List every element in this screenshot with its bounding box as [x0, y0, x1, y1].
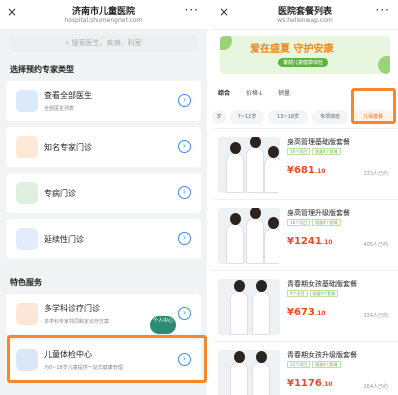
card-name: 专病门诊: [44, 189, 76, 198]
right-screen: × 医院套餐列表 ws.hellenwap.com ··· 爱在盛夏 守护安康 …: [212, 0, 398, 395]
checkup-icon: [16, 349, 38, 371]
tab-price[interactable]: 价格↓: [246, 88, 263, 97]
card-sub: 全部医生列表: [44, 106, 75, 112]
package-tags: 12个项目 限量4个套餐: [287, 361, 343, 368]
package-sold: 405人已约: [363, 242, 388, 248]
card-name: 查看全部医生: [44, 91, 92, 100]
continuity-icon: [16, 228, 38, 250]
filter-chip-child-care[interactable]: 儿保套餐: [354, 110, 392, 124]
more-icon[interactable]: ···: [376, 3, 390, 17]
expert-icon: [16, 136, 38, 158]
tab-default[interactable]: 综合: [218, 88, 230, 97]
card-continuity-clinic[interactable]: 延续性门诊 ›: [6, 219, 201, 259]
right-topbar: × 医院套餐列表 ws.hellenwap.com ···: [212, 0, 398, 30]
card-sub: 多学科专家共同制定诊疗方案: [44, 319, 110, 325]
package-title: 青春期女孩基础版套餐: [287, 280, 357, 288]
card-name: 延续性门诊: [44, 235, 84, 244]
card-name: 知名专家门诊: [44, 143, 92, 152]
filter-chip[interactable]: 专项体检: [312, 110, 348, 124]
card-famous-experts[interactable]: 知名专家门诊 ›: [6, 127, 201, 167]
package-tags: 18个项目 限量4个套餐: [287, 219, 343, 226]
package-sold: 334人已约: [363, 313, 388, 319]
package-item[interactable]: 身高管理升级版套餐 18个项目 限量4个套餐 ¥1241.10 405人已约: [212, 199, 398, 270]
search-placeholder: 搜索医生、疾病、科室: [71, 39, 142, 47]
package-price: ¥1176.10: [287, 378, 333, 389]
chevron-right-icon: ›: [178, 140, 191, 153]
package-price: ¥673.10: [287, 307, 326, 318]
page-title: 医院套餐列表: [277, 7, 332, 17]
chevron-right-icon: ›: [178, 94, 191, 107]
personal-center-button[interactable]: 个人中心: [150, 316, 176, 334]
doctors-icon: [16, 90, 38, 112]
leaf-decoration: [220, 36, 232, 50]
package-price: ¥681.10: [287, 165, 326, 176]
package-item[interactable]: 青春期女孩升级版套餐 12个项目 限量4个套餐 ¥1176.10 264人已约: [212, 341, 398, 395]
left-screen: × 济南市儿童医院 hospital.shumengnet.com ··· ⌕ …: [0, 0, 207, 395]
filter-chip[interactable]: 岁: [212, 110, 226, 124]
package-item[interactable]: 身高管理基础版套餐 16个项目 限量4个套餐 ¥681.10 333人已约: [212, 128, 398, 199]
page-url: ws.hellenwap.com: [277, 17, 333, 24]
card-child-checkup-center[interactable]: 儿童体检中心 为0~18岁儿童提供一站式健康管理 ›: [6, 340, 201, 380]
package-tags: 16个项目 限量4个套餐: [287, 148, 343, 155]
package-sold: 333人已约: [363, 171, 388, 177]
package-item[interactable]: 青春期女孩基础版套餐 9个项目 限量9个套餐 ¥673.10 334人已约: [212, 270, 398, 341]
chevron-right-icon: ›: [178, 307, 191, 320]
package-title: 身高管理升级版套餐: [287, 209, 350, 217]
promo-banner[interactable]: 爱在盛夏 守护安康 暑期儿童健康体检: [220, 36, 390, 74]
banner-subtitle: 暑期儿童健康体检: [278, 58, 329, 67]
section-title-expert-type: 选择预约专家类型: [10, 65, 74, 74]
specialist-icon: [16, 182, 38, 204]
mdt-icon: [16, 303, 38, 325]
leaf-decoration: [378, 56, 390, 74]
page-title: 济南市儿童医院: [71, 7, 135, 17]
card-name: 儿童体检中心: [44, 350, 92, 359]
package-photo: [218, 350, 280, 395]
card-special-disease[interactable]: 专病门诊 ›: [6, 173, 201, 213]
package-title: 青春期女孩升级版套餐: [287, 351, 357, 359]
chevron-right-icon: ›: [178, 186, 191, 199]
filter-chip[interactable]: 7~12岁: [230, 110, 264, 124]
package-photo: [218, 279, 280, 335]
banner-title: 爱在盛夏 守护安康: [250, 44, 334, 55]
package-tags: 9个项目 限量9个套餐: [287, 290, 340, 297]
card-all-doctors[interactable]: 查看全部医生 全部医生列表 ›: [6, 81, 201, 121]
chevron-right-icon: ›: [178, 353, 191, 366]
sort-tabs: 综合 价格↓ 销量: [212, 84, 398, 102]
tab-sales[interactable]: 销量: [278, 88, 290, 97]
more-icon[interactable]: ···: [185, 3, 199, 17]
section-title-services: 特色服务: [10, 278, 42, 287]
package-photo: [218, 208, 280, 264]
chevron-right-icon: ›: [178, 232, 191, 245]
package-price: ¥1241.10: [287, 236, 333, 247]
card-name: 多学科诊疗门诊: [44, 304, 100, 313]
package-sold: 264人已约: [363, 384, 388, 390]
page-url: hospital.shumengnet.com: [64, 17, 143, 24]
left-topbar: × 济南市儿童医院 hospital.shumengnet.com ···: [0, 0, 207, 30]
package-photo: [218, 137, 280, 193]
card-sub: 为0~18岁儿童提供一站式健康管理: [44, 365, 123, 371]
filter-chip[interactable]: 13~18岁: [268, 110, 308, 124]
search-input[interactable]: ⌕ 搜索医生、疾病、科室: [8, 34, 199, 52]
age-filters: 岁 7~12岁 13~18岁 专项体检 儿保套餐: [212, 104, 398, 128]
package-title: 身高管理基础版套餐: [287, 138, 350, 146]
